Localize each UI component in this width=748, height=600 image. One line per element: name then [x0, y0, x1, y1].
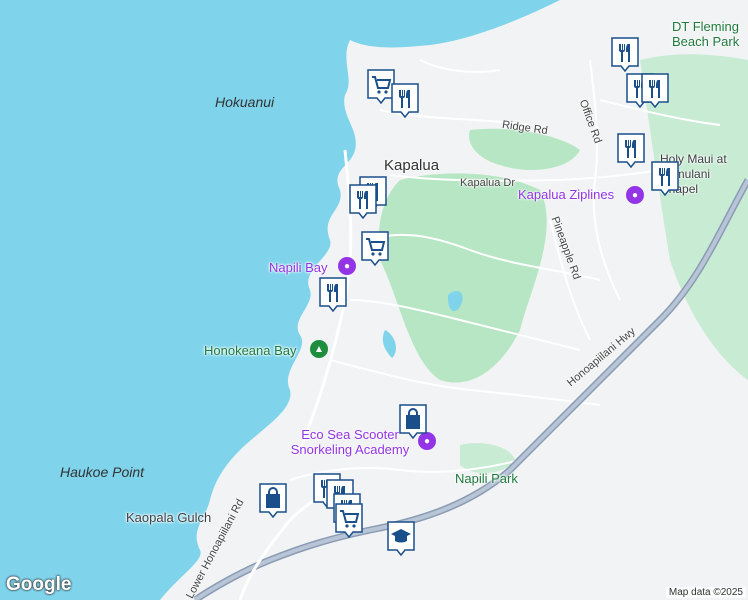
poi-label-napili-bay[interactable]: Napili Bay [269, 260, 328, 275]
town-label-kapalua: Kapalua [384, 157, 440, 174]
restaurant-icon[interactable] [318, 276, 348, 313]
water-label-hokuanui: Hokuanui [215, 94, 275, 110]
restaurant-icon[interactable] [610, 36, 640, 73]
shopping-cart-icon[interactable] [334, 502, 364, 539]
tree-icon[interactable]: ▲ [310, 340, 328, 358]
restaurant-icon[interactable] [348, 183, 378, 220]
shopping-bag-icon[interactable] [398, 403, 428, 440]
label-kaopala-gulch: Kaopala Gulch [126, 510, 212, 525]
water-label-haukoe-point: Haukoe Point [60, 464, 145, 480]
camera-icon[interactable]: ● [338, 257, 356, 275]
shopping-bag-icon[interactable] [258, 482, 288, 519]
restaurant-icon[interactable] [640, 72, 670, 109]
map-canvas[interactable]: Hokuanui Haukoe Point Kapalua Ridge Rd K… [0, 0, 748, 600]
restaurant-icon[interactable] [650, 160, 680, 197]
school-icon[interactable] [386, 520, 416, 557]
road-label-kapalua-dr: Kapalua Dr [460, 177, 516, 189]
restaurant-icon[interactable] [616, 132, 646, 169]
google-logo: Google [6, 574, 72, 595]
poi-label-kapalua-ziplines[interactable]: Kapalua Ziplines [518, 187, 614, 202]
restaurant-icon[interactable] [390, 82, 420, 119]
shopping-cart-icon[interactable] [360, 230, 390, 267]
map-attribution: Map data ©2025 [665, 587, 746, 598]
park-label-dt-fleming[interactable]: DT Fleming Beach Park [672, 19, 748, 49]
poi-label-eco-sea-scooter[interactable]: Eco Sea Scooter Snorkeling Academy [290, 427, 410, 457]
park-label-honokeana-bay[interactable]: Honokeana Bay [204, 343, 297, 358]
label-napili-park[interactable]: Napili Park [455, 471, 518, 486]
camera-icon[interactable]: ● [626, 186, 644, 204]
